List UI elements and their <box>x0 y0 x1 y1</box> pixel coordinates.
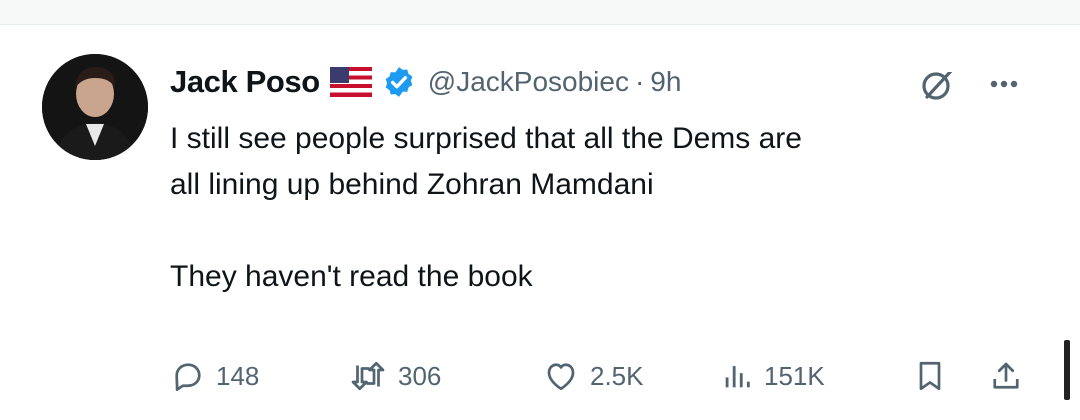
reply-icon <box>170 358 206 394</box>
heart-icon <box>542 358 580 394</box>
grok-icon[interactable] <box>918 64 958 104</box>
separator-dot: · <box>634 66 645 97</box>
share-icon <box>988 358 1024 394</box>
timestamp[interactable]: 9h <box>650 66 681 98</box>
bookmark-icon <box>912 358 948 394</box>
reply-button[interactable]: 148 <box>170 354 259 398</box>
retweet-button[interactable]: 306 <box>348 354 441 398</box>
retweet-icon <box>348 358 388 394</box>
tweet-text-line: I still see people surprised that all th… <box>170 122 802 155</box>
author-name[interactable]: Jack Poso <box>170 64 320 100</box>
tweet-text-line: They haven't read the book <box>170 260 533 293</box>
tweet-text: I still see people surprised that all th… <box>170 116 1050 300</box>
tweet-header: Jack Poso @JackPosobiec · 9h <box>170 60 681 104</box>
retweet-count: 306 <box>398 360 442 391</box>
analytics-icon <box>720 358 754 394</box>
scrollbar[interactable] <box>1064 340 1070 400</box>
tweet-actions: 148 306 2.5K 151K <box>170 354 1070 398</box>
author-handle[interactable]: @JackPosobiec <box>428 66 629 98</box>
more-options-icon[interactable] <box>982 64 1026 104</box>
tweet[interactable]: Jack Poso @JackPosobiec · 9h I still see… <box>0 24 1080 420</box>
views-button[interactable]: 151K <box>720 354 825 398</box>
verified-badge-icon[interactable] <box>382 65 416 99</box>
like-button[interactable]: 2.5K <box>542 354 644 398</box>
views-count: 151K <box>764 360 825 391</box>
reply-count: 148 <box>216 360 260 391</box>
like-count: 2.5K <box>590 360 644 391</box>
previous-item-edge <box>0 0 1080 25</box>
us-flag-icon <box>329 67 372 97</box>
share-button[interactable] <box>988 354 1024 398</box>
avatar[interactable] <box>42 54 148 160</box>
bookmark-button[interactable] <box>912 354 948 398</box>
tweet-text-line: all lining up behind Zohran Mamdani <box>170 168 654 201</box>
